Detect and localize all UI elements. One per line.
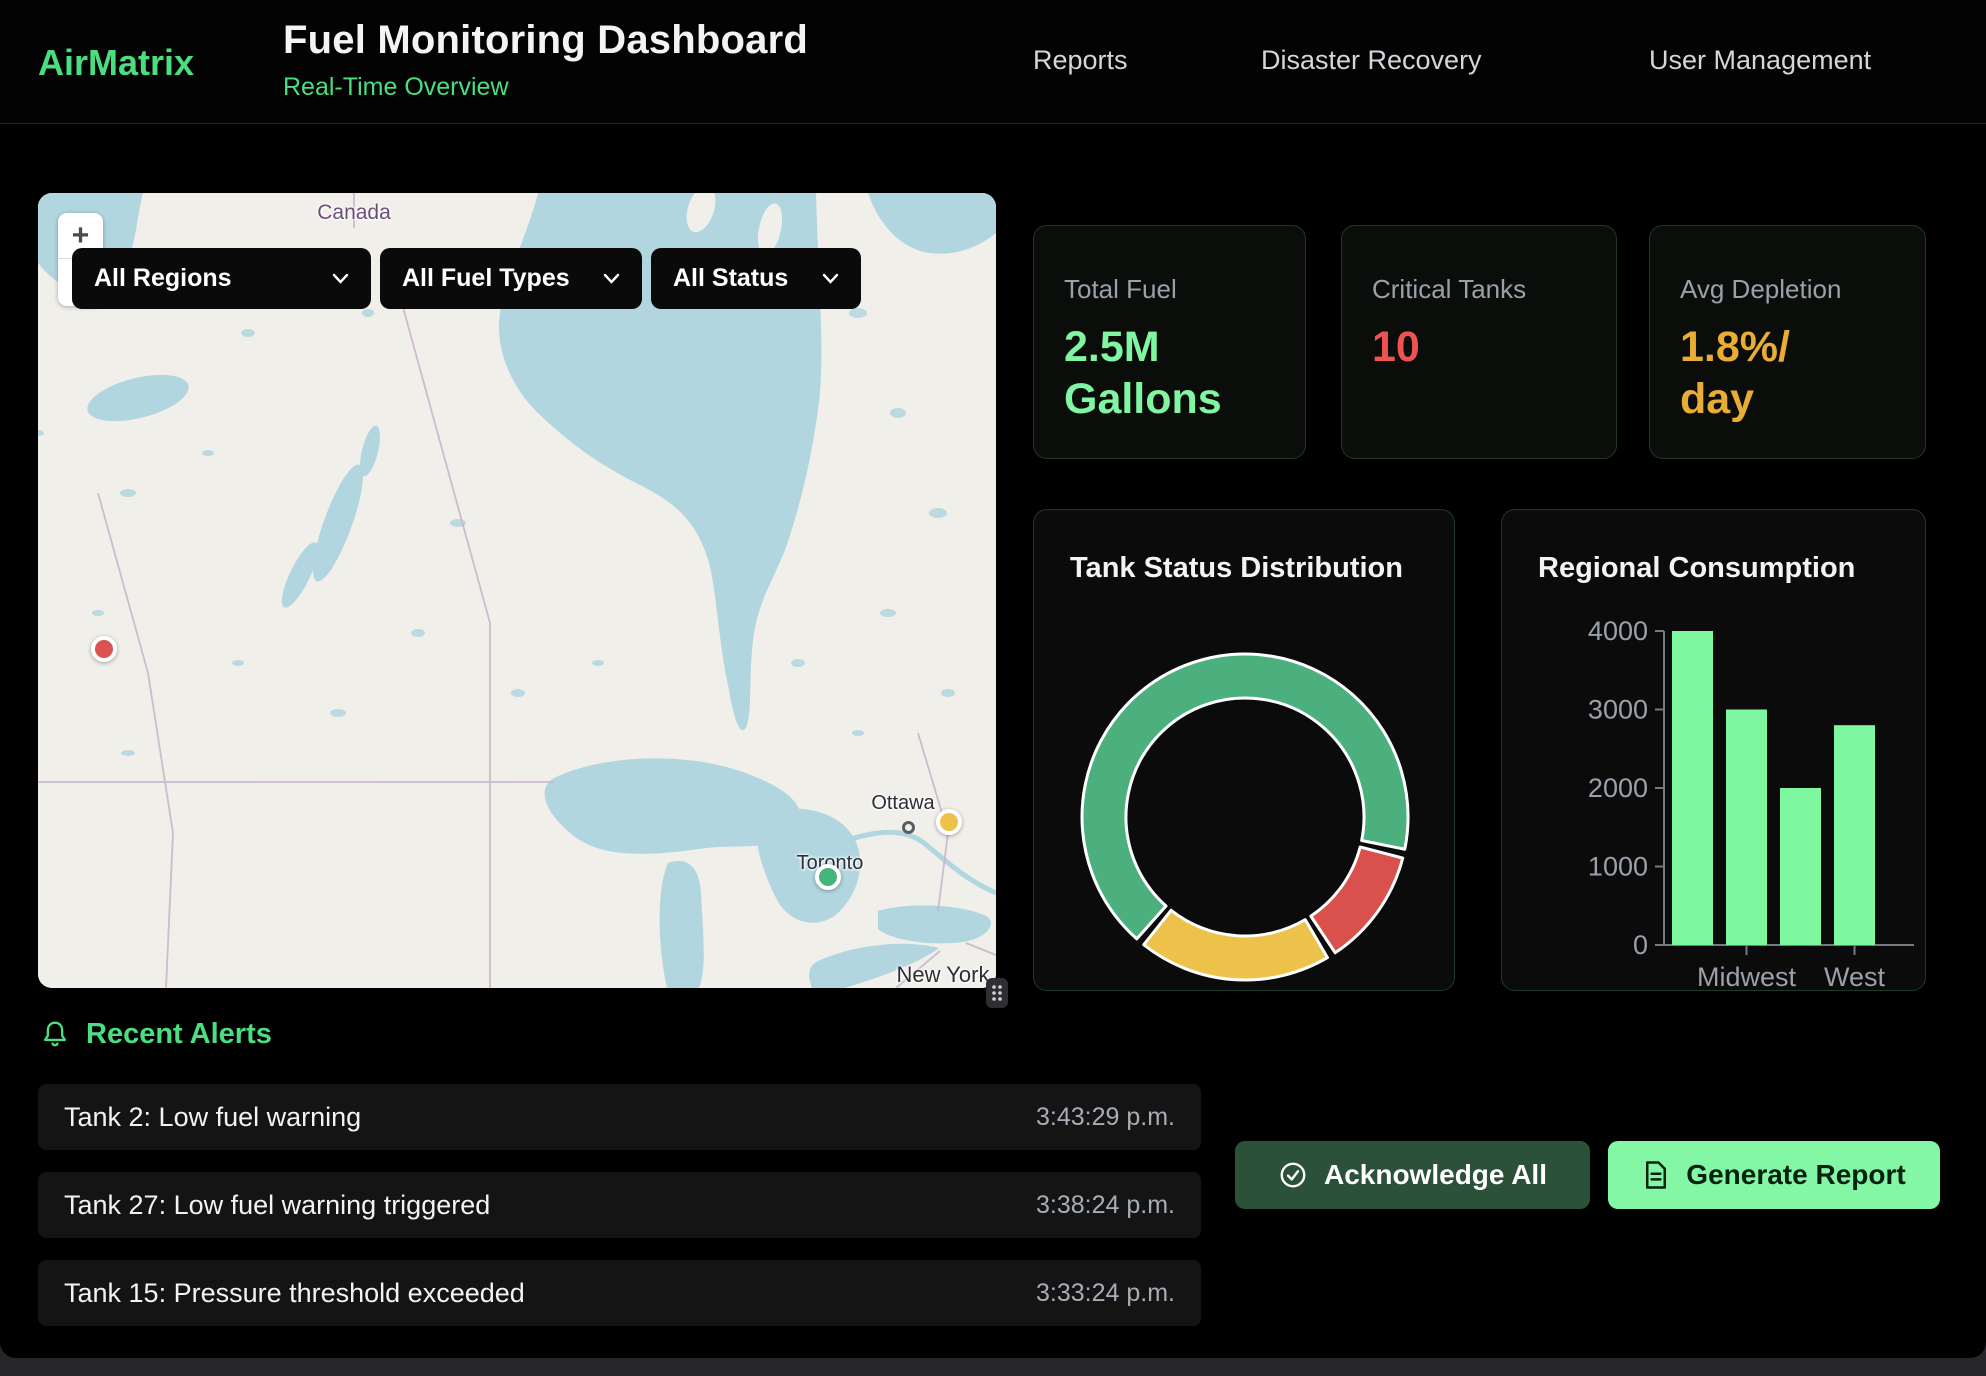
generate-report-button[interactable]: Generate Report — [1608, 1141, 1940, 1209]
bar-region-1 — [1672, 631, 1713, 945]
alert-message: Tank 15: Pressure threshold exceeded — [64, 1278, 525, 1309]
title-block: Fuel Monitoring Dashboard Real-Time Over… — [283, 18, 808, 102]
bar-West — [1834, 725, 1875, 945]
generate-report-label: Generate Report — [1686, 1159, 1905, 1191]
x-tick-label: West — [1824, 962, 1886, 992]
chevron-down-icon — [603, 273, 620, 284]
page-subtitle: Real-Time Overview — [283, 73, 808, 102]
y-tick-label: 1000 — [1588, 852, 1648, 882]
donut-chart-title: Tank Status Distribution — [1070, 552, 1403, 585]
dashboard-root: AirMatrix Fuel Monitoring Dashboard Real… — [0, 0, 1986, 1358]
tank-marker-normal[interactable] — [815, 864, 841, 890]
ottawa-town-icon — [902, 821, 915, 834]
y-tick-label: 3000 — [1588, 695, 1648, 725]
bar-region-3 — [1780, 788, 1821, 945]
donut-segment-warning — [1144, 910, 1328, 980]
acknowledge-all-button[interactable]: Acknowledge All — [1235, 1141, 1590, 1209]
nav-user-management[interactable]: User Management — [1649, 45, 1871, 76]
document-icon — [1642, 1160, 1670, 1190]
tank-status-chart-card: Tank Status Distribution — [1033, 509, 1455, 991]
bell-icon — [40, 1019, 70, 1051]
alert-timestamp: 3:43:29 p.m. — [1036, 1103, 1175, 1132]
map-viewport[interactable]: Canada Ottawa Toronto New York + − All R… — [38, 193, 996, 988]
region-filter-value: All Regions — [94, 264, 232, 293]
stat-label: Total Fuel — [1064, 274, 1275, 305]
region-filter-dropdown[interactable]: All Regions — [72, 248, 371, 309]
y-tick-label: 0 — [1633, 930, 1648, 960]
status-filter-dropdown[interactable]: All Status — [651, 248, 861, 309]
acknowledge-all-label: Acknowledge All — [1324, 1159, 1547, 1191]
alert-timestamp: 3:38:24 p.m. — [1036, 1191, 1175, 1220]
map-filter-row: All Regions All Fuel Types All Status — [72, 248, 861, 309]
x-tick-label: Midwest — [1697, 962, 1797, 992]
fuel-type-filter-value: All Fuel Types — [402, 264, 570, 293]
alert-row[interactable]: Tank 15: Pressure threshold exceeded 3:3… — [38, 1260, 1201, 1326]
brand-logo: AirMatrix — [38, 42, 194, 84]
regional-consumption-chart-card: Regional Consumption 0 1000 2000 3000 4000 Mi… — [1501, 509, 1926, 991]
fuel-type-filter-dropdown[interactable]: All Fuel Types — [380, 248, 642, 309]
stat-card-total-fuel: Total Fuel 2.5M Gallons — [1033, 225, 1306, 459]
chevron-down-icon — [332, 273, 349, 284]
check-circle-icon — [1278, 1160, 1308, 1190]
alert-timestamp: 3:33:24 p.m. — [1036, 1279, 1175, 1308]
chevron-down-icon — [822, 273, 839, 284]
alert-row[interactable]: Tank 2: Low fuel warning 3:43:29 p.m. — [38, 1084, 1201, 1150]
alert-row[interactable]: Tank 27: Low fuel warning triggered 3:38… — [38, 1172, 1201, 1238]
header: AirMatrix Fuel Monitoring Dashboard Real… — [0, 0, 1986, 124]
lake-michigan — [660, 861, 704, 988]
nav-disaster-recovery[interactable]: Disaster Recovery — [1261, 45, 1482, 76]
bar-Midwest — [1726, 710, 1767, 946]
grip-dots-icon — [989, 982, 1005, 1004]
nav-reports[interactable]: Reports — [1033, 45, 1128, 76]
stat-card-avg-depletion: Avg Depletion 1.8%/ day — [1649, 225, 1926, 459]
bar-chart-title: Regional Consumption — [1538, 552, 1855, 585]
stat-value-total-fuel: 2.5M Gallons — [1064, 321, 1275, 426]
page-title: Fuel Monitoring Dashboard — [283, 18, 808, 63]
alert-message: Tank 2: Low fuel warning — [64, 1102, 361, 1133]
stat-value-avg-depletion: 1.8%/ day — [1680, 321, 1895, 426]
stat-card-critical-tanks: Critical Tanks 10 — [1341, 225, 1617, 459]
stat-label: Critical Tanks — [1372, 274, 1586, 305]
y-tick-label: 2000 — [1588, 773, 1648, 803]
alerts-header: Recent Alerts — [40, 1018, 272, 1051]
map-panel: Canada Ottawa Toronto New York + − All R… — [38, 193, 996, 988]
map-canvas[interactable] — [38, 193, 996, 988]
tank-marker-critical[interactable] — [91, 636, 117, 662]
tank-marker-warning[interactable] — [936, 809, 962, 835]
alerts-title: Recent Alerts — [86, 1018, 272, 1051]
stat-label: Avg Depletion — [1680, 274, 1895, 305]
map-resize-handle[interactable] — [986, 978, 1008, 1008]
y-tick-label: 4000 — [1588, 616, 1648, 646]
alert-message: Tank 27: Low fuel warning triggered — [64, 1190, 490, 1221]
status-filter-value: All Status — [673, 264, 788, 293]
donut-segment-critical — [1311, 847, 1403, 953]
stat-value-critical-tanks: 10 — [1372, 321, 1586, 373]
